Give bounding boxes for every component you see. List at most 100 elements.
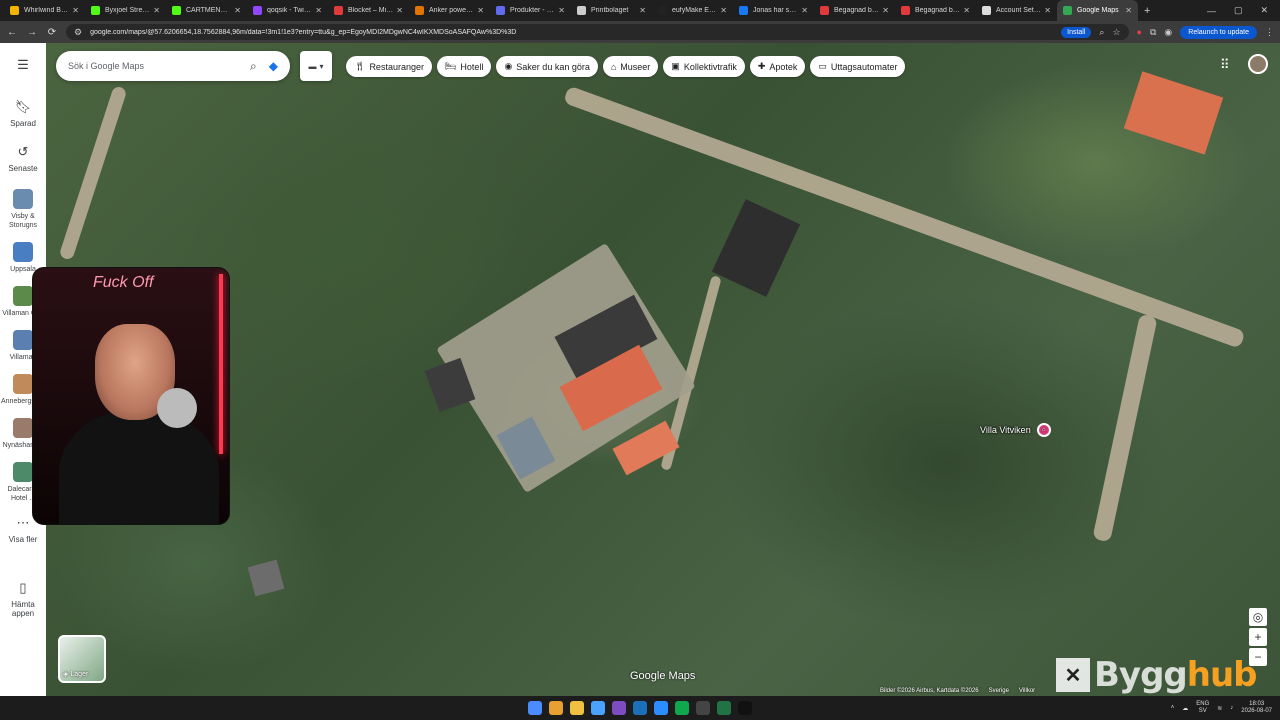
language-indicator[interactable]: ENG SV (1196, 701, 1209, 715)
satellite-map[interactable] (46, 43, 1280, 696)
zoom-icon[interactable]: ⌕ (1099, 27, 1104, 38)
taskbar-app-icon[interactable] (738, 701, 752, 715)
tab-0[interactable]: Whirlwind Barbar✕ (4, 0, 85, 21)
wifi-icon[interactable]: ≋ (1217, 705, 1222, 712)
close-icon[interactable]: ✕ (315, 6, 322, 15)
tab-7[interactable]: Printbolaget ✕ (571, 0, 652, 21)
building (247, 559, 285, 597)
tab-12[interactable]: Account Settings✕ (976, 0, 1057, 21)
tab-13[interactable]: Google Maps ✕ (1057, 0, 1138, 21)
window-close-icon[interactable]: ✕ (1260, 5, 1268, 16)
taskbar-app-icon[interactable] (696, 701, 710, 715)
chip-apotek[interactable]: ✚ Apotek (749, 56, 806, 77)
chip-museer[interactable]: ⌂ Museer (602, 56, 659, 77)
extensions-puzzle-icon[interactable]: ⧉ (1150, 27, 1156, 38)
profile-icon[interactable]: ◉ (1164, 27, 1172, 38)
bookmark-star-icon[interactable]: ☆ (1112, 27, 1120, 38)
zoom-in-button[interactable]: + (1249, 628, 1267, 646)
close-icon[interactable]: ✕ (639, 6, 646, 15)
url-text[interactable]: google.com/maps/@57.6206654,18.7562884,9… (90, 29, 1053, 36)
tab-6[interactable]: Produkter - Quick✕ (490, 0, 571, 21)
tab-label: eufyMake E1 UV (672, 7, 717, 14)
close-icon[interactable]: ✕ (153, 6, 160, 15)
menu-button[interactable]: ☰ (17, 57, 29, 77)
neon-sign: Fuck Off (93, 274, 154, 291)
saved-button[interactable]: 🔖︎ Sparad (10, 99, 36, 128)
taskbar-app-icon[interactable] (612, 701, 626, 715)
more-menu-icon[interactable]: ⋮ (1265, 27, 1274, 38)
directions-icon[interactable]: ◆ (269, 59, 278, 73)
apps-grid-icon[interactable]: ⠿ (1220, 57, 1230, 73)
tab-9[interactable]: Jonas har skickat✕ (733, 0, 814, 21)
tab-11[interactable]: Begagnad bil till ✕ (895, 0, 976, 21)
close-icon[interactable]: ✕ (720, 6, 727, 15)
my-location-icon[interactable]: ◎ (1249, 608, 1267, 626)
chip-kollektivtrafik[interactable]: ▣ Kollektivtrafik (663, 56, 745, 77)
search-icon[interactable]: ⌕ (250, 59, 257, 74)
volume-icon[interactable]: ♪ (1230, 705, 1233, 711)
lodging-pin-icon[interactable]: ⌂ (1036, 423, 1051, 437)
close-icon[interactable]: ✕ (477, 6, 484, 15)
chip-uttagsautomater[interactable]: ▭ Uttagsautomater (810, 56, 906, 77)
map-type-toggle[interactable]: ▬ ▾ (300, 51, 332, 81)
tab-1[interactable]: Byxjoel Stream -✕ (85, 0, 166, 21)
taskbar-app-icon[interactable] (675, 701, 689, 715)
close-icon[interactable]: ✕ (234, 6, 241, 15)
recent-button[interactable]: ↺ Senaste (8, 144, 37, 173)
maximize-icon[interactable]: ▢ (1234, 5, 1243, 16)
cloud-icon[interactable]: ☁ (1182, 705, 1188, 712)
extension-icon[interactable]: ● (1137, 27, 1142, 37)
search-input[interactable]: Sök i Google Maps (68, 61, 242, 71)
attribution-item[interactable]: Sverige (989, 688, 1009, 694)
close-icon[interactable]: ✕ (1125, 6, 1132, 15)
tab-2[interactable]: CARTMENS Stream✕ (166, 0, 247, 21)
close-icon[interactable]: ✕ (558, 6, 565, 15)
forward-icon[interactable]: → (26, 27, 38, 38)
close-icon[interactable]: ✕ (396, 6, 403, 15)
tab-10[interactable]: Begagnad bil till ✕ (814, 0, 895, 21)
tab-8[interactable]: eufyMake E1 UV✕ (652, 0, 733, 21)
tab-3[interactable]: qoqsik - Twitch ✕ (247, 0, 328, 21)
site-info-icon[interactable]: ⚙ (74, 27, 82, 38)
chip-saker-du-kan-göra[interactable]: ◉ Saker du kan göra (496, 56, 598, 77)
close-icon[interactable]: ✕ (801, 6, 808, 15)
taskbar-app-icon[interactable] (591, 701, 605, 715)
relaunch-button[interactable]: Relaunch to update (1180, 25, 1257, 39)
layers-button[interactable]: ◈ Lager (58, 635, 106, 683)
place-marker[interactable]: Villa Vitviken ⌂ (980, 423, 1051, 437)
install-button[interactable]: Install (1061, 26, 1092, 38)
taskbar-app-icon[interactable] (549, 701, 563, 715)
start-menu-icon[interactable] (528, 701, 542, 715)
clock[interactable]: 18:03 2026-08-07 (1241, 701, 1272, 715)
chip-label: Saker du kan göra (516, 61, 590, 72)
recent-place-item[interactable]: Visby & Storugns (1, 189, 45, 230)
menu-icon[interactable]: ☰ (17, 57, 29, 73)
close-icon[interactable]: ✕ (963, 6, 970, 15)
chip-label: Kollektivtrafik (683, 61, 737, 72)
close-icon[interactable]: ✕ (882, 6, 889, 15)
place-name[interactable]: Villa Vitviken (980, 425, 1031, 435)
chip-restauranger[interactable]: 🍴︎ Restauranger (346, 56, 432, 77)
tab-4[interactable]: Blocket – Mina a✕ (328, 0, 409, 21)
taskbar-app-icon[interactable] (654, 701, 668, 715)
chip-hotell[interactable]: 🛏︎ Hotell (436, 56, 492, 77)
search-box[interactable]: Sök i Google Maps ⌕ ◆ (56, 51, 290, 81)
close-icon[interactable]: ✕ (1044, 6, 1051, 15)
tab-label: Byxjoel Stream - (105, 7, 151, 14)
close-icon[interactable]: ✕ (72, 6, 79, 15)
avatar[interactable] (1248, 54, 1268, 74)
taskbar-app-icon[interactable] (633, 701, 647, 715)
phone-icon: ▯ (19, 580, 27, 595)
tab-5[interactable]: Anker powerbank✕ (409, 0, 490, 21)
address-bar[interactable]: ⚙ google.com/maps/@57.6206654,18.7562884… (66, 24, 1129, 40)
taskbar-app-icon[interactable] (717, 701, 731, 715)
chevron-up-icon[interactable]: ˄ (1171, 705, 1175, 711)
new-tab-icon[interactable]: + (1138, 5, 1156, 17)
get-app-button[interactable]: ▯ Hämta appen (0, 580, 46, 618)
minimize-icon[interactable]: — (1207, 6, 1216, 16)
google-maps-logo: Google Maps (630, 670, 696, 682)
back-icon[interactable]: ← (6, 27, 18, 38)
reload-icon[interactable]: ⟳ (46, 27, 58, 38)
attribution-item[interactable]: Villkor (1019, 688, 1035, 694)
taskbar-app-icon[interactable] (570, 701, 584, 715)
